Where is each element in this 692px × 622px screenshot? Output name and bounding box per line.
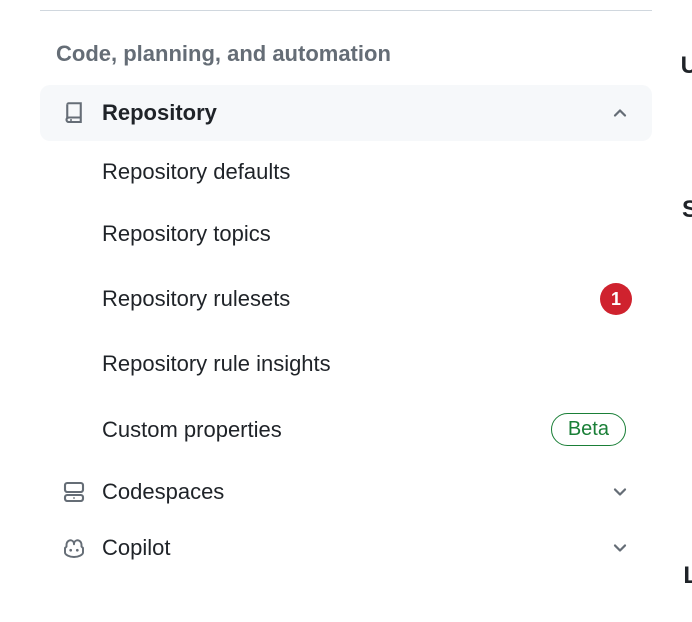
codespaces-icon (60, 478, 88, 506)
badge-beta: Beta (551, 413, 626, 446)
sub-item-repository-rulesets[interactable]: Repository rulesets 1 (102, 265, 652, 333)
sub-item-custom-properties[interactable]: Custom properties Beta (102, 395, 652, 464)
nav-item-copilot[interactable]: Copilot (40, 520, 652, 576)
sub-item-label: Repository defaults (102, 159, 632, 185)
nav-item-label: Codespaces (102, 479, 608, 505)
nav-item-label: Repository (102, 100, 608, 126)
nav-item-repository[interactable]: Repository (40, 85, 652, 141)
sub-item-label: Custom properties (102, 417, 551, 443)
section-title: Code, planning, and automation (40, 41, 652, 67)
badge-count: 1 (600, 283, 632, 315)
sub-item-label: Repository rule insights (102, 351, 632, 377)
chevron-up-icon (608, 101, 632, 125)
nav-item-label: Copilot (102, 535, 608, 561)
copilot-icon (60, 534, 88, 562)
chevron-down-icon (608, 480, 632, 504)
repo-icon (60, 99, 88, 127)
nav-item-codespaces[interactable]: Codespaces (40, 464, 652, 520)
repository-subitems: Repository defaults Repository topics Re… (40, 141, 652, 464)
sub-item-repository-defaults[interactable]: Repository defaults (102, 141, 652, 203)
sub-item-repository-topics[interactable]: Repository topics (102, 203, 652, 265)
sub-item-repository-rule-insights[interactable]: Repository rule insights (102, 333, 652, 395)
sub-item-label: Repository topics (102, 221, 632, 247)
sub-item-label: Repository rulesets (102, 286, 586, 312)
settings-sidebar: Code, planning, and automation Repositor… (0, 11, 692, 576)
chevron-down-icon (608, 536, 632, 560)
